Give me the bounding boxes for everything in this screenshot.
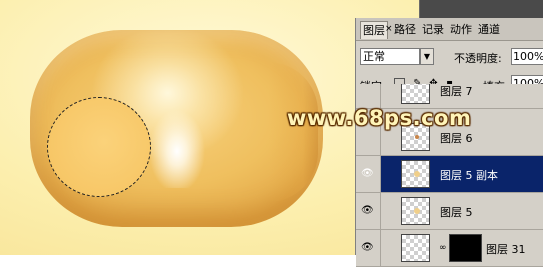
layer-thumbnail (401, 197, 430, 225)
opacity-field[interactable]: 100% (511, 48, 543, 65)
tab-paths[interactable]: 路径 (392, 21, 418, 38)
layer-name: 图层 6 (440, 132, 473, 145)
layer-thumbnail (401, 84, 430, 104)
dropdown-arrow-icon[interactable]: ▼ (420, 48, 434, 65)
watermark-text: www.68ps.com (287, 106, 472, 130)
eye-icon: 👁 (361, 205, 374, 216)
layer-thumbnail (401, 160, 430, 188)
layer-name: 图层 7 (440, 85, 473, 98)
chain-link-icon: ∞ (439, 243, 447, 253)
blend-mode-select[interactable]: 正常 (360, 48, 420, 65)
layer-name: 图层 5 (440, 206, 473, 219)
elliptical-selection[interactable] (47, 97, 151, 197)
top-strip-divider (419, 0, 420, 18)
layers-panel: 图层 × 路径 记录 动作 通道 正常 ▼ 不透明度: 100% 锁定: ✎ ✥… (355, 18, 543, 267)
layer-row-31[interactable]: 👁 ∞ 图层 31 (356, 230, 543, 267)
blend-opacity-row: 正常 ▼ 不透明度: 100% (356, 42, 543, 68)
layer-thumbnail (401, 234, 430, 262)
tab-actions[interactable]: 动作 (448, 21, 474, 38)
tab-history[interactable]: 记录 (420, 21, 446, 38)
layer-mask-thumbnail (449, 234, 482, 262)
visibility-toggle[interactable]: 👁 (356, 230, 381, 266)
eye-icon: 👁 (361, 168, 374, 179)
opacity-label: 不透明度: (454, 52, 502, 65)
tab-channels[interactable]: 通道 (476, 21, 502, 38)
visibility-toggle[interactable]: 👁 (356, 193, 381, 229)
top-dark-strip (419, 0, 543, 18)
layer-row-5[interactable]: 👁 图层 5 (356, 193, 543, 230)
layer-name: 图层 5 副本 (440, 169, 498, 182)
visibility-toggle[interactable]: 👁 (356, 156, 381, 192)
eye-icon: 👁 (361, 242, 374, 253)
panel-tab-bar: 图层 × 路径 记录 动作 通道 (356, 18, 543, 41)
layer-row-5-copy[interactable]: 👁 图层 5 副本 (356, 156, 543, 193)
visibility-toggle[interactable] (356, 84, 381, 108)
